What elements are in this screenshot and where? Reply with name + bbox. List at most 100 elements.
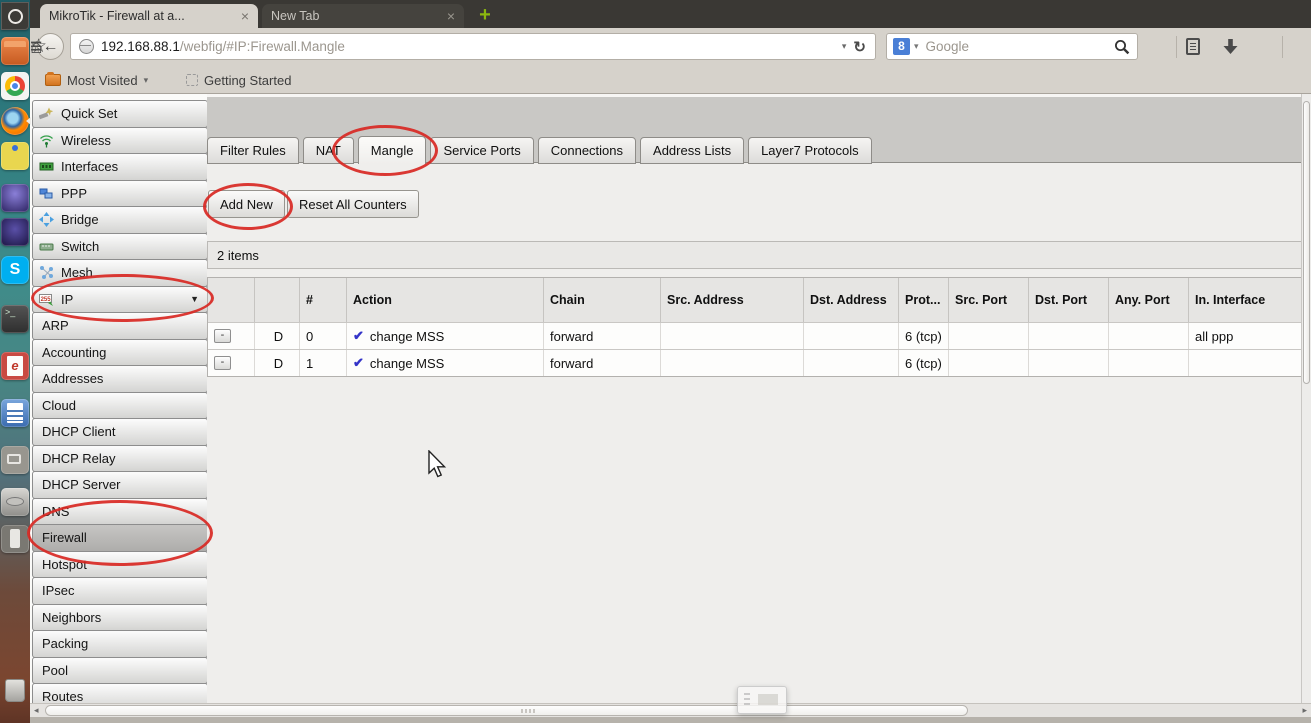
toolbar-divider — [1176, 36, 1177, 58]
browser-chrome: MikroTik - Firewall at a... × New Tab × … — [30, 0, 1311, 94]
sidebar-item-cloud[interactable]: Cloud — [32, 391, 208, 419]
row-protocol: 6 (tcp) — [899, 323, 949, 349]
search-engine-dropdown-icon[interactable]: ▾ — [914, 41, 919, 52]
toolbar-divider — [1282, 36, 1283, 58]
bookmarks-menu-icon[interactable] — [1186, 38, 1200, 55]
sidebar-item-label: DHCP Client — [42, 424, 116, 440]
sidebar-item-switch[interactable]: Switch — [32, 232, 208, 260]
row-chain: forward — [544, 323, 661, 349]
dock-usb-drive-icon[interactable] — [1, 525, 29, 553]
new-tab-button[interactable]: + — [472, 4, 498, 28]
column-header: Dst. Address — [804, 278, 899, 322]
sidebar-item-ipsec[interactable]: IPsec — [32, 577, 208, 605]
dock-terminal-icon[interactable]: >_ — [1, 305, 29, 333]
bookmark-label: Getting Started — [204, 72, 292, 88]
dock-firefox-icon[interactable] — [1, 107, 29, 135]
sidebar-item-dhcp-relay[interactable]: DHCP Relay — [32, 444, 208, 472]
dock-trash-icon[interactable] — [1, 676, 29, 704]
sidebar-item-packing[interactable]: Packing — [32, 630, 208, 658]
mesh-icon — [39, 265, 54, 280]
sidebar-item-label: Accounting — [42, 344, 107, 360]
tab-connections[interactable]: Connections — [537, 137, 637, 164]
horizontal-scrollbar[interactable]: ◂ ▸ — [30, 703, 1311, 717]
column-header: Chain — [544, 278, 661, 322]
sidebar-item-wireless[interactable]: Wireless — [32, 126, 208, 154]
row-src-port — [949, 323, 1029, 349]
tab-address-lists[interactable]: Address Lists — [640, 137, 745, 164]
dock-libreoffice-writer-icon[interactable] — [1, 399, 29, 427]
browser-tab-title: New Tab — [271, 9, 320, 23]
tab-filter-rules[interactable]: Filter Rules — [207, 137, 299, 164]
menu-icon[interactable]: ≡ — [30, 35, 42, 59]
vertical-scrollbar[interactable] — [1301, 94, 1311, 717]
sidebar-item-label: DHCP Server — [42, 477, 121, 493]
row-dst-port — [1029, 323, 1109, 349]
sidebar-item-ppp[interactable]: PPP — [32, 179, 208, 207]
horizontal-scrollbar-thumb[interactable] — [45, 705, 968, 716]
column-header: Src. Port — [949, 278, 1029, 322]
url-path: /webfig/#IP:Firewall.Mangle — [179, 39, 345, 54]
url-dropdown-icon[interactable]: ▾ — [835, 41, 854, 52]
row-any-port — [1109, 350, 1189, 376]
dock-eclipse-icon[interactable] — [1, 184, 29, 212]
vertical-scrollbar-thumb[interactable] — [1303, 101, 1310, 384]
column-header: # — [300, 278, 347, 322]
sidebar-item-label: Wireless — [61, 132, 111, 148]
dock-ubuntu-logo-icon[interactable] — [1, 2, 29, 30]
sidebar-item-pool[interactable]: Pool — [32, 656, 208, 684]
dock-chrome-icon[interactable] — [1, 72, 29, 100]
collapse-row-button[interactable]: - — [214, 356, 231, 370]
dock-files-folder-icon[interactable] — [1, 37, 29, 65]
column-header: Prot... — [899, 278, 949, 322]
bookmark-most-visited[interactable]: Most Visited ▾ — [45, 71, 148, 89]
browser-tab-mikrotik[interactable]: MikroTik - Firewall at a... × — [40, 4, 258, 28]
tab-layer7-protocols[interactable]: Layer7 Protocols — [748, 137, 872, 164]
row-any-port — [1109, 323, 1189, 349]
close-icon[interactable]: × — [447, 8, 455, 24]
sidebar-item-dhcp-client[interactable]: DHCP Client — [32, 418, 208, 446]
annotation-ellipse-add-new — [203, 183, 293, 230]
search-engine-icon[interactable]: 8 — [893, 38, 910, 55]
sidebar-item-label: Pool — [42, 662, 69, 678]
sidebar-item-label: Switch — [61, 238, 100, 254]
dock-eclipse-alt-icon[interactable] — [1, 218, 29, 246]
dock-document-viewer-icon[interactable]: e — [1, 352, 29, 380]
sidebar-item-quick-set[interactable]: Quick Set — [32, 100, 208, 128]
sidebar-item-neighbors[interactable]: Neighbors — [32, 603, 208, 631]
table-row[interactable]: - D 1 ✔ change MSS forward 6 (tcp) — [208, 349, 1310, 376]
browser-tab-title: MikroTik - Firewall at a... — [49, 9, 185, 23]
sidebar-item-interfaces[interactable]: Interfaces — [32, 153, 208, 181]
sidebar-item-dhcp-server[interactable]: DHCP Server — [32, 471, 208, 499]
reset-all-counters-button[interactable]: Reset All Counters — [287, 190, 419, 218]
search-input[interactable]: 8 ▾ Google — [886, 33, 1138, 60]
column-header: Any. Port — [1109, 278, 1189, 322]
sidebar-item-accounting[interactable]: Accounting — [32, 338, 208, 366]
dock-workspace-switcher-icon[interactable] — [1, 446, 29, 474]
sidebar-item-addresses[interactable]: Addresses — [32, 365, 208, 393]
table-row[interactable]: - D 0 ✔ change MSS forward 6 (tcp) all pp… — [208, 322, 1310, 349]
sidebar-item-bridge[interactable]: Bridge — [32, 206, 208, 234]
browser-tab-new-tab[interactable]: New Tab × — [262, 4, 464, 28]
scroll-right-arrow-icon[interactable]: ▸ — [1302, 704, 1307, 717]
downloads-icon[interactable] — [1222, 38, 1239, 56]
row-action: ✔ change MSS — [347, 350, 544, 376]
search-icon[interactable] — [1114, 39, 1130, 55]
firewall-content: Filter Rules NAT Mangle Service Ports Co… — [207, 94, 1311, 723]
wireless-icon — [39, 133, 54, 148]
dock-skype-icon[interactable]: S — [1, 256, 29, 284]
mouse-cursor — [428, 449, 448, 485]
close-icon[interactable]: × — [241, 8, 249, 24]
check-icon: ✔ — [353, 355, 364, 370]
url-field[interactable]: 192.168.88.1 /webfig/#IP:Firewall.Mangle… — [70, 33, 876, 60]
tab-service-ports[interactable]: Service Ports — [430, 137, 534, 164]
annotation-ellipse-firewall — [27, 500, 213, 566]
row-flags: D — [255, 323, 300, 349]
scroll-left-arrow-icon[interactable]: ◂ — [34, 704, 39, 717]
bookmark-getting-started[interactable]: Getting Started — [186, 71, 291, 89]
dock-sticky-notes-icon[interactable] — [1, 142, 29, 170]
sidebar-item-label: Neighbors — [42, 609, 102, 625]
collapse-row-button[interactable]: - — [214, 329, 231, 343]
dock-hard-disk-icon[interactable] — [1, 488, 29, 516]
firewall-tabs: Filter Rules NAT Mangle Service Ports Co… — [207, 136, 872, 164]
reload-icon[interactable]: ↻ — [853, 38, 875, 56]
